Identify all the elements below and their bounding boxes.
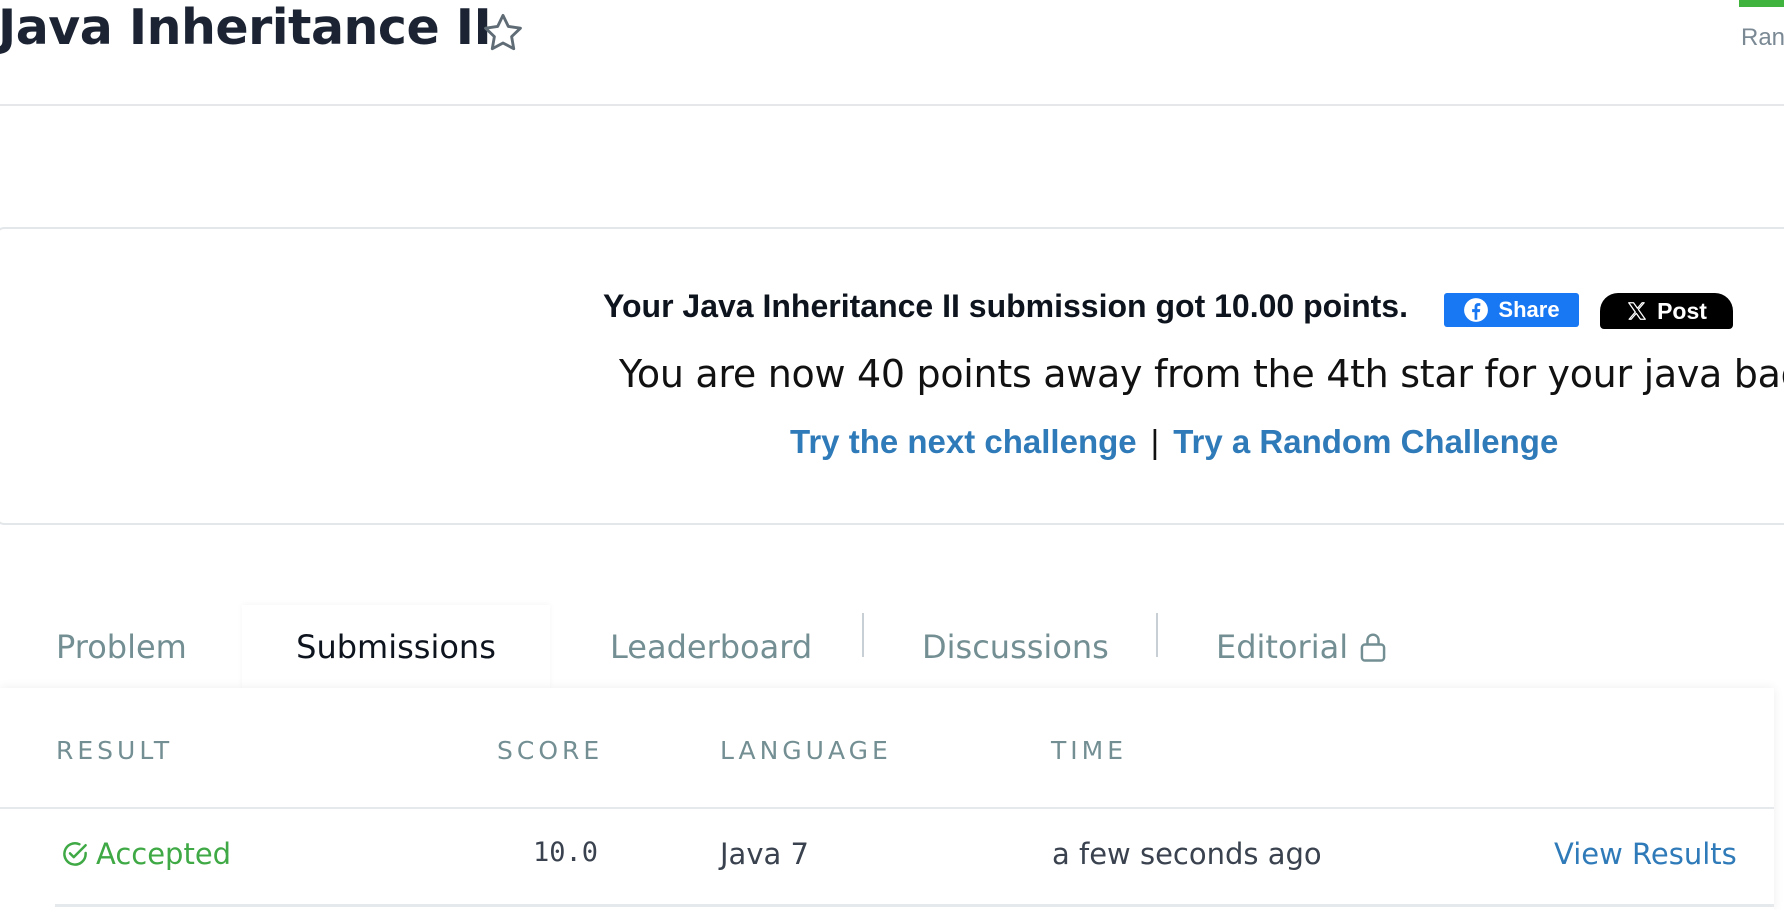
submissions-table: RESULT SCORE LANGUAGE TIME Accepted 10.0… [0, 688, 1774, 910]
status-label: Accepted [96, 837, 232, 871]
check-circle-icon [63, 842, 87, 866]
view-results-link[interactable]: View Results [1554, 837, 1737, 871]
tab-divider [862, 613, 864, 657]
facebook-share-button[interactable]: Share [1444, 293, 1579, 327]
tab-discussions[interactable]: Discussions [922, 605, 1122, 689]
share-label: Share [1498, 297, 1560, 322]
submission-status: Accepted [60, 837, 231, 871]
challenge-tabs: Problem Submissions Leaderboard Discussi… [0, 605, 1784, 689]
page-title: Java Inheritance II [0, 0, 492, 56]
random-challenge-link[interactable]: Try a Random Challenge [1173, 423, 1558, 460]
link-separator: | [1150, 423, 1160, 460]
tab-divider [1156, 613, 1158, 657]
tab-submissions[interactable]: Submissions [242, 605, 550, 689]
tab-editorial[interactable]: Editorial [1216, 605, 1416, 689]
tab-editorial-label: Editorial [1216, 628, 1349, 666]
rank-progress-bar [1739, 0, 1784, 7]
lock-icon [1360, 633, 1386, 662]
submission-time: a few seconds ago [1052, 837, 1322, 871]
next-challenge-link[interactable]: Try the next challenge [790, 423, 1137, 460]
points-message: Your Java Inheritance II submission got … [603, 288, 1408, 324]
badge-progress-message: You are now 40 points away from the 4th … [619, 352, 1784, 396]
rank-label: Ran [1741, 24, 1784, 51]
tab-problem[interactable]: Problem [56, 605, 206, 689]
star-icon[interactable] [480, 10, 526, 56]
row-divider [55, 904, 1774, 907]
column-header-result: RESULT [56, 736, 174, 765]
tab-leaderboard[interactable]: Leaderboard [610, 605, 820, 689]
header-divider [0, 807, 1774, 809]
facebook-icon [1464, 298, 1489, 322]
column-header-time: TIME [1051, 736, 1128, 765]
column-header-language: LANGUAGE [720, 736, 892, 765]
challenge-links: Try the next challenge | Try a Random Chal… [790, 423, 1558, 461]
submission-language: Java 7 [720, 837, 809, 871]
x-post-button[interactable]: Post [1600, 293, 1733, 329]
x-logo-icon [1628, 302, 1646, 320]
post-label: Post [1657, 297, 1707, 324]
submission-score: 10.0 [533, 837, 599, 868]
title-divider [0, 104, 1784, 106]
column-header-score: SCORE [497, 736, 604, 765]
